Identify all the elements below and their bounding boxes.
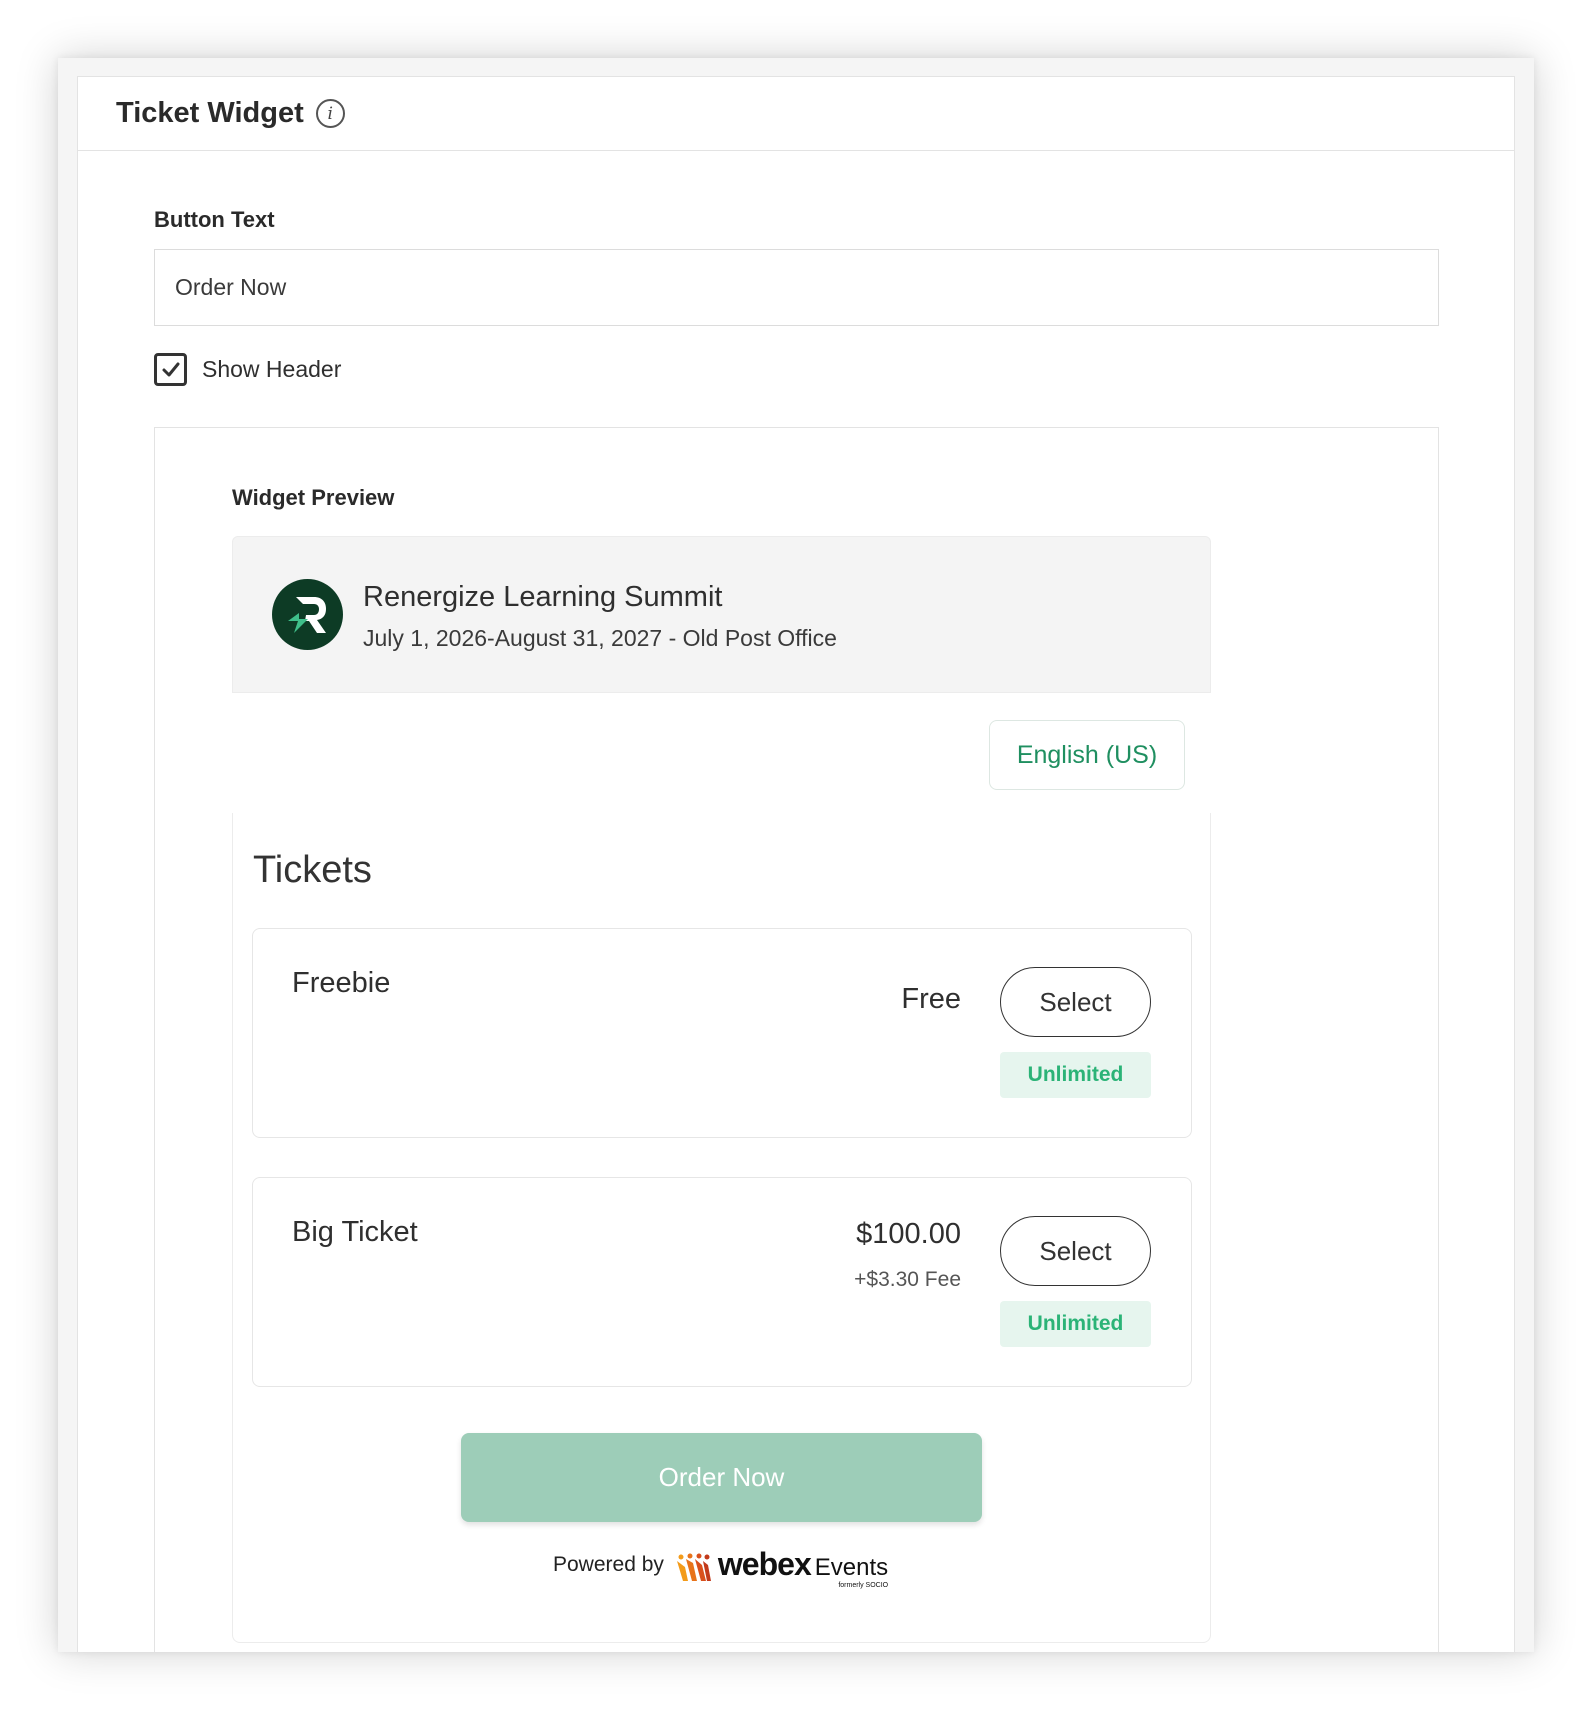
show-header-row[interactable]: Show Header [154, 353, 341, 386]
availability-badge: Unlimited [1000, 1052, 1151, 1098]
tickets-title: Tickets [253, 849, 372, 891]
webex-logo-icon [676, 1553, 711, 1581]
button-text-label: Button Text [154, 207, 275, 232]
show-header-label: Show Header [202, 356, 342, 382]
ticket-fee: +$3.30 Fee [854, 1268, 961, 1291]
check-icon [162, 362, 179, 376]
info-icon[interactable]: i [315, 99, 345, 128]
webex-brand-name: webex [717, 1546, 812, 1582]
ticket-price: $100.00 [856, 1218, 961, 1250]
event-header: Renergize Learning Summit July 1, 2026-A… [232, 536, 1211, 693]
order-now-button[interactable]: Order Now [461, 1433, 982, 1522]
event-details: July 1, 2026-August 31, 2027 - Old Post … [363, 625, 837, 651]
ticket-name: Freebie [292, 967, 391, 999]
webex-brand-suffix: Events [814, 1554, 889, 1581]
event-logo-mark [288, 597, 326, 633]
webex-wordmark: webex Events formerly SOCIO [717, 1546, 889, 1589]
show-header-checkbox[interactable] [154, 353, 187, 386]
select-button[interactable]: Select [1000, 1216, 1151, 1286]
ticket-item-freebie: Freebie Free Select Unlimited [252, 928, 1192, 1138]
event-name: Renergize Learning Summit [363, 581, 723, 613]
formerly-socio-note: formerly SOCIO [838, 1582, 889, 1589]
panel-header: Ticket Widget i [78, 77, 1514, 151]
widget-preview-label: Widget Preview [232, 485, 395, 510]
panel-title: Ticket Widget [116, 97, 304, 129]
ticket-widget-panel: Ticket Widget i Button Text Show Header … [77, 76, 1515, 1652]
language-selector[interactable]: English (US) [989, 720, 1185, 790]
ticket-name: Big Ticket [292, 1216, 418, 1248]
ticket-item-big-ticket: Big Ticket $100.00 +$3.30 Fee Select Unl… [252, 1177, 1192, 1387]
availability-badge: Unlimited [1000, 1301, 1151, 1347]
window: Ticket Widget i Button Text Show Header … [58, 58, 1534, 1652]
powered-by-label: Powered by [553, 1552, 664, 1576]
event-logo [272, 579, 343, 650]
powered-by: Powered by webex Events formerly SOCIO [553, 1546, 889, 1589]
tickets-card: Tickets Freebie Free Select Unlimited Bi… [232, 813, 1211, 1643]
ticket-price: Free [901, 983, 961, 1015]
select-button[interactable]: Select [1000, 967, 1151, 1037]
webex-events-logo[interactable]: webex Events formerly SOCIO [676, 1546, 889, 1589]
button-text-input[interactable] [154, 249, 1439, 326]
widget-preview-box: Widget Preview Renergize Learning Summit… [154, 427, 1439, 1652]
